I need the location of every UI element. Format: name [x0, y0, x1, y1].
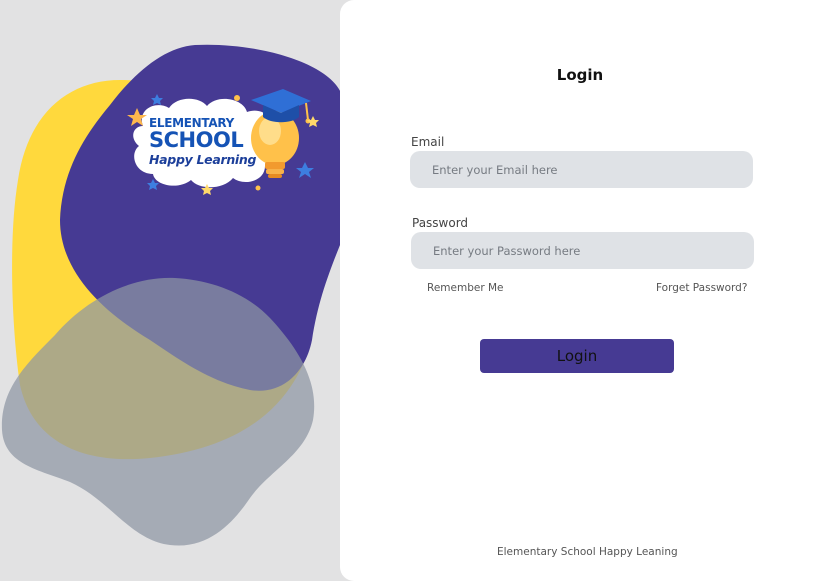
school-logo: ELEMENTARY SCHOOL Happy Learning — [125, 86, 325, 198]
logo-line-school: SCHOOL — [149, 128, 244, 152]
email-label: Email — [411, 135, 445, 149]
logo-text: ELEMENTARY SCHOOL Happy Learning — [149, 117, 279, 167]
password-field[interactable] — [411, 232, 754, 269]
decorative-artwork: ELEMENTARY SCHOOL Happy Learning — [0, 0, 345, 581]
email-field[interactable] — [410, 151, 753, 188]
logo-line-tagline: Happy Learning — [149, 152, 257, 167]
login-card: Login Email Password Remember Me Forget … — [340, 0, 820, 581]
footer-text: Elementary School Happy Leaning — [497, 546, 678, 558]
password-label: Password — [412, 216, 469, 230]
login-page: ELEMENTARY SCHOOL Happy Learning Login E… — [0, 0, 820, 581]
remember-me-checkbox[interactable]: Remember Me — [427, 282, 504, 294]
login-button[interactable]: Login — [480, 339, 674, 373]
page-title: Login — [556, 66, 604, 84]
forgot-password-link[interactable]: Forget Password? — [656, 282, 747, 294]
